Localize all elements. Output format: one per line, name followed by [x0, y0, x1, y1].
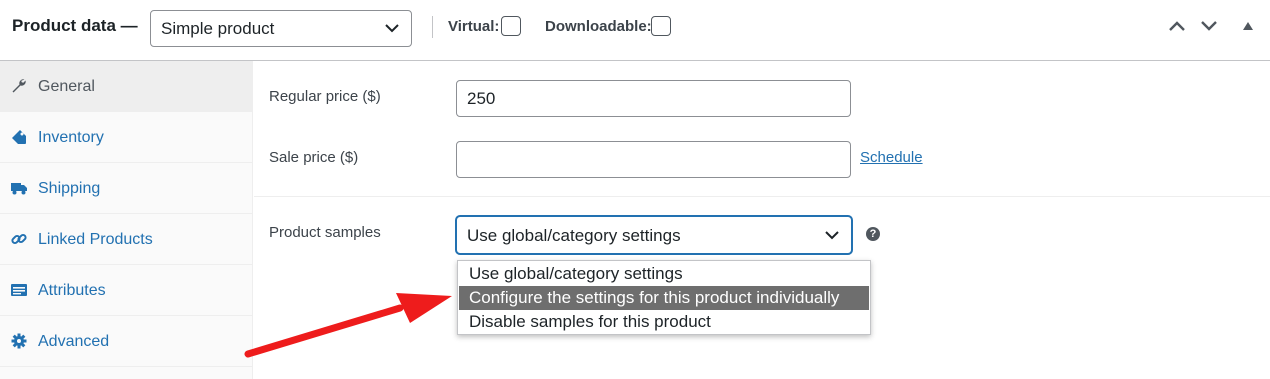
tab-label: Inventory [38, 129, 104, 146]
tab-label: General [38, 78, 95, 95]
product-samples-select[interactable]: Use global/category settings [456, 216, 852, 254]
tab-label: Linked Products [38, 231, 153, 248]
tab-general[interactable]: General [0, 61, 253, 112]
product-data-tabs: General Inventory Shipping Linked Produc… [0, 61, 253, 379]
chevron-down-icon [385, 24, 399, 33]
product-data-header: Product data — Simple product Virtual: D… [0, 0, 1270, 61]
list-icon [11, 284, 27, 296]
sale-price-input[interactable] [456, 141, 851, 178]
tab-label: Advanced [38, 333, 110, 350]
tab-linked-products[interactable]: Linked Products [0, 214, 253, 265]
product-type-value: Simple product [161, 19, 275, 38]
product-type-select[interactable]: Simple product [150, 10, 412, 47]
section-divider [254, 196, 1270, 197]
dropdown-option[interactable]: Disable samples for this product [459, 310, 869, 334]
tab-label: Attributes [38, 282, 106, 299]
regular-price-label: Regular price ($) [269, 88, 381, 105]
wrench-icon [12, 79, 26, 93]
schedule-link[interactable]: Schedule [860, 149, 923, 166]
product-samples-dropdown: Use global/category settings Configure t… [457, 260, 871, 335]
chevron-up-icon[interactable] [1168, 19, 1186, 33]
truck-icon [11, 183, 27, 195]
tab-label: Shipping [38, 180, 101, 197]
virtual-label: Virtual: [448, 18, 500, 35]
header-divider [432, 16, 433, 38]
dropdown-option-highlighted[interactable]: Configure the settings for this product … [459, 286, 869, 310]
product-samples-label: Product samples [269, 224, 381, 241]
tab-shipping[interactable]: Shipping [0, 163, 253, 214]
sale-price-label: Sale price ($) [269, 149, 359, 166]
help-icon[interactable]: ? [866, 227, 880, 241]
chevron-down-icon [825, 231, 839, 240]
dropdown-option[interactable]: Use global/category settings [459, 262, 869, 286]
product-samples-value: Use global/category settings [467, 226, 681, 245]
collapse-toggle-icon[interactable] [1243, 22, 1253, 30]
link-icon [11, 233, 27, 245]
chevron-down-icon[interactable] [1200, 19, 1218, 33]
gear-icon [11, 333, 27, 349]
tab-advanced[interactable]: Advanced [0, 316, 253, 367]
tag-icon [12, 130, 26, 144]
tab-inventory[interactable]: Inventory [0, 112, 253, 163]
downloadable-label: Downloadable: [545, 18, 652, 35]
tab-attributes[interactable]: Attributes [0, 265, 253, 316]
downloadable-checkbox[interactable] [651, 16, 671, 36]
regular-price-input[interactable]: 250 [456, 80, 851, 117]
product-data-title: Product data — [12, 16, 138, 35]
virtual-checkbox[interactable] [501, 16, 521, 36]
